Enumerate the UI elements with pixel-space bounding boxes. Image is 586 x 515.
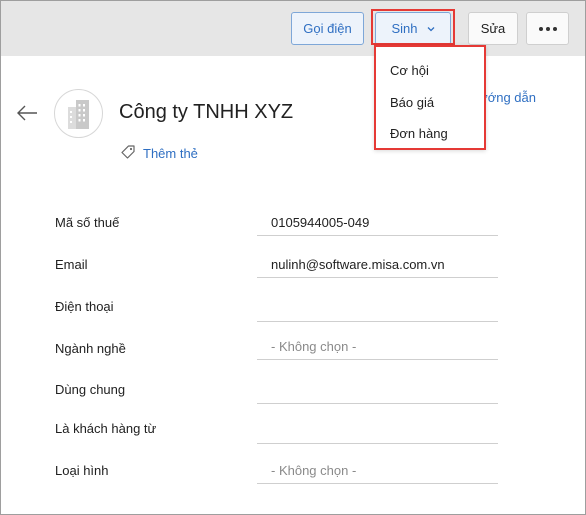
company-name: Công ty TNHH XYZ	[119, 101, 294, 123]
edit-button-label: Sửa	[480, 21, 506, 36]
field-label-tax-code: Mã số thuế	[55, 215, 120, 230]
tax-code-field[interactable]: 0105944005-049	[257, 210, 498, 236]
generate-button-highlight	[371, 9, 455, 45]
shared-field[interactable]	[257, 378, 498, 404]
more-dots-icon	[538, 26, 557, 31]
building-icon	[68, 100, 89, 129]
generate-dropdown-menu: Cơ hội Báo giá Đơn hàng	[374, 45, 486, 150]
call-button[interactable]: Gọi điện	[291, 12, 364, 45]
type-select[interactable]: - Không chọn -	[257, 458, 498, 484]
record-detail-window: Gọi điện Sinh Sửa Cơ hội Báo giá Đơn hàn…	[0, 0, 586, 515]
menu-item-order[interactable]: Đơn hàng	[390, 126, 448, 141]
phone-field[interactable]	[257, 296, 498, 322]
back-arrow-icon[interactable]	[15, 101, 39, 125]
field-label-email: Email	[55, 257, 88, 272]
field-label-type: Loại hình	[55, 463, 109, 478]
menu-item-quote[interactable]: Báo giá	[390, 95, 434, 110]
email-field[interactable]: nulinh@software.misa.com.vn	[257, 252, 498, 278]
guide-link[interactable]: ướng dẫn	[479, 90, 536, 105]
industry-select[interactable]: - Không chọn -	[257, 334, 498, 360]
add-tag-link[interactable]: Thêm thẻ	[143, 146, 198, 161]
tag-icon[interactable]	[120, 144, 136, 160]
company-avatar	[54, 89, 103, 138]
call-button-label: Gọi điện	[303, 21, 352, 36]
more-button[interactable]	[526, 12, 569, 45]
toolbar: Gọi điện Sinh Sửa	[1, 1, 585, 56]
customer-since-field[interactable]	[257, 418, 498, 444]
edit-button[interactable]: Sửa	[468, 12, 518, 45]
field-label-customer-since: Là khách hàng từ	[55, 421, 157, 436]
menu-item-opportunity[interactable]: Cơ hội	[390, 63, 429, 78]
field-label-industry: Ngành nghề	[55, 341, 126, 356]
field-label-phone: Điện thoại	[55, 299, 114, 314]
field-label-shared: Dùng chung	[55, 382, 126, 397]
